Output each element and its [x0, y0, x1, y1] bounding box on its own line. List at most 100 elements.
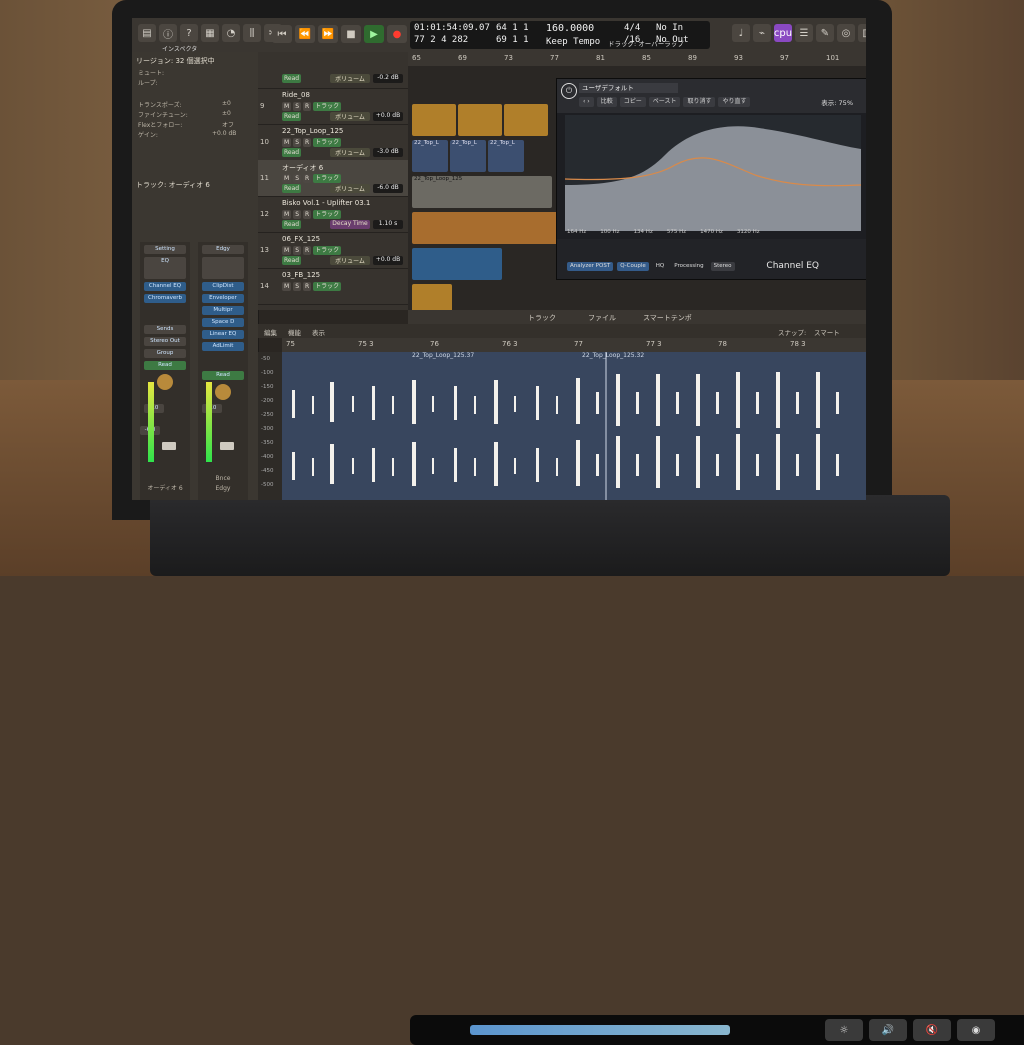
inspector-value-flex[interactable]: オフ: [222, 120, 234, 129]
solo-button[interactable]: S: [293, 138, 301, 147]
group-slot[interactable]: Group: [144, 349, 186, 358]
solo-button[interactable]: S: [293, 282, 301, 291]
compare-button[interactable]: 比較: [596, 97, 617, 107]
automation-param[interactable]: ボリューム: [330, 112, 370, 121]
audio-region[interactable]: [412, 104, 456, 136]
q-couple-button[interactable]: Q-Couple: [617, 262, 649, 271]
volume-fader[interactable]: [162, 442, 176, 450]
automation-param[interactable]: ボリューム: [330, 256, 370, 265]
list-editors-icon[interactable]: ☰: [795, 24, 813, 42]
go-to-start-icon[interactable]: ⏮: [272, 25, 292, 43]
plugin-slot-space-d[interactable]: Space D: [202, 318, 244, 327]
band-freq[interactable]: 134 Hz: [634, 229, 653, 235]
record-arm-button[interactable]: R: [303, 174, 312, 183]
eq-thumbnail[interactable]: EQ: [144, 257, 186, 279]
paste-button[interactable]: ペースト: [648, 97, 681, 107]
track-header[interactable]: トラック: オーディオ 6: [136, 180, 210, 190]
copy-button[interactable]: コピー: [619, 97, 646, 107]
track-header-row[interactable]: 14 03_FB_125 M S R トラック: [258, 268, 408, 305]
record-icon[interactable]: ●: [387, 25, 407, 43]
track-automation-button[interactable]: トラック: [313, 174, 342, 183]
mute-button[interactable]: M: [282, 246, 292, 255]
solo-button[interactable]: S: [293, 102, 301, 111]
hq-button[interactable]: HQ: [653, 262, 667, 271]
plugin-slot-linear-eq[interactable]: Linear EQ: [202, 330, 244, 339]
automation-value[interactable]: -6.0 dB: [373, 184, 403, 193]
band-freq[interactable]: 100 Hz: [600, 229, 619, 235]
mute-button[interactable]: M: [282, 102, 292, 111]
redo-button[interactable]: やり直す: [718, 97, 751, 107]
track-name[interactable]: Bisko Vol.1 - Uplifter 03.1: [282, 199, 370, 207]
track-automation-button[interactable]: トラック: [313, 210, 342, 219]
track-name[interactable]: オーディオ 6: [282, 163, 323, 173]
eq-thumbnail[interactable]: [202, 257, 244, 279]
drag-mode[interactable]: ドラッグ: オーバーラップ: [608, 38, 684, 48]
plugin-slot-channel-eq[interactable]: Channel EQ: [144, 282, 186, 291]
plugin-slot-adlimit[interactable]: AdLimit: [202, 342, 244, 351]
track-header-row[interactable]: 9 Ride_08 M S R トラック Read ボリューム +0.0 dB: [258, 88, 408, 125]
automation-param[interactable]: Decay Time: [330, 220, 370, 229]
automation-param[interactable]: ボリューム: [330, 74, 370, 83]
mute-button[interactable]: M: [282, 174, 292, 183]
track-automation-button[interactable]: トラック: [313, 102, 342, 111]
prev-next-preset-button[interactable]: ‹ ›: [579, 97, 594, 107]
audio-region[interactable]: 22_Top_L: [488, 140, 524, 172]
plugin-slot-enveloper[interactable]: Enveloper: [202, 294, 244, 303]
plugin-slot-clipdist[interactable]: ClipDist: [202, 282, 244, 291]
pan-knob[interactable]: [157, 374, 173, 390]
track-header-row[interactable]: Read ボリューム -0.2 dB: [258, 68, 408, 89]
record-arm-button[interactable]: R: [303, 282, 312, 291]
track-header-row[interactable]: 12 Bisko Vol.1 - Uplifter 03.1 M S R トラッ…: [258, 196, 408, 233]
setting-button[interactable]: Setting: [144, 245, 186, 254]
automation-mode[interactable]: Read: [282, 184, 302, 193]
record-arm-button[interactable]: R: [303, 210, 312, 219]
audio-region[interactable]: [412, 212, 562, 244]
edit-menu[interactable]: 編集: [264, 327, 277, 337]
inspector-icon[interactable]: ⓘ: [159, 24, 177, 42]
band-freq[interactable]: 3120 Hz: [737, 229, 760, 235]
automation-mode[interactable]: Read: [282, 256, 302, 265]
automation-param[interactable]: ボリューム: [330, 148, 370, 157]
undo-button[interactable]: 取り消す: [683, 97, 716, 107]
track-automation-button[interactable]: トラック: [313, 246, 342, 255]
solo-button[interactable]: S: [293, 174, 301, 183]
library-icon[interactable]: ▤: [138, 24, 156, 42]
zoom-value[interactable]: 75%: [839, 99, 853, 107]
audio-region[interactable]: [504, 104, 548, 136]
automation-mode[interactable]: Read: [282, 74, 302, 83]
track-name[interactable]: 03_FB_125: [282, 271, 320, 279]
cpu-meter[interactable]: cpu: [774, 24, 792, 42]
automation-value[interactable]: 1.10 s: [373, 220, 403, 229]
tab-file[interactable]: ファイル: [588, 313, 616, 323]
smart-controls-icon[interactable]: ◔: [222, 24, 240, 42]
mute-button[interactable]: M: [282, 282, 292, 291]
audio-region[interactable]: 22_Top_Loop_125: [412, 176, 552, 208]
rewind-icon[interactable]: ⏪: [295, 25, 315, 43]
play-icon[interactable]: ▶: [364, 25, 384, 43]
brightness-icon[interactable]: ☼: [825, 1019, 863, 1041]
analyzer-button[interactable]: Analyzer POST: [567, 262, 614, 271]
mute-icon[interactable]: 🔇: [913, 1019, 951, 1041]
tab-track[interactable]: トラック: [528, 313, 556, 323]
touch-bar-waveform[interactable]: [470, 1025, 730, 1035]
track-name[interactable]: Ride_08: [282, 91, 310, 99]
fast-forward-icon[interactable]: ⏩: [318, 25, 338, 43]
automation-mode[interactable]: Read: [282, 220, 302, 229]
editor-ruler[interactable]: 75 75 3 76 76 3 77 77 3 78 78 3: [282, 338, 866, 352]
automation-value[interactable]: +0.0 dB: [373, 112, 403, 121]
help-icon[interactable]: ?: [180, 24, 198, 42]
strip-value-a[interactable]: 0.0: [144, 404, 164, 413]
track-header-row[interactable]: 10 22_Top_Loop_125 M S R トラック Read ボリューム…: [258, 124, 408, 161]
track-name[interactable]: 06_FX_125: [282, 235, 320, 243]
toolbar-icon[interactable]: ▦: [201, 24, 219, 42]
mixer-icon[interactable]: ⫼: [243, 24, 261, 42]
strip-name[interactable]: オーディオ 6: [140, 483, 190, 492]
record-arm-button[interactable]: R: [303, 246, 312, 255]
track-automation-button[interactable]: トラック: [313, 282, 342, 291]
track-header-row[interactable]: 13 06_FX_125 M S R トラック Read ボリューム +0.0 …: [258, 232, 408, 269]
zoom-control[interactable]: 表示: 75%: [821, 97, 853, 107]
volume-icon[interactable]: 🔊: [869, 1019, 907, 1041]
strip-name[interactable]: Edgy: [198, 485, 248, 492]
bar-ruler[interactable]: 65 69 73 77 81 85 89 93 97 101: [408, 52, 866, 66]
stop-icon[interactable]: ■: [341, 25, 361, 43]
